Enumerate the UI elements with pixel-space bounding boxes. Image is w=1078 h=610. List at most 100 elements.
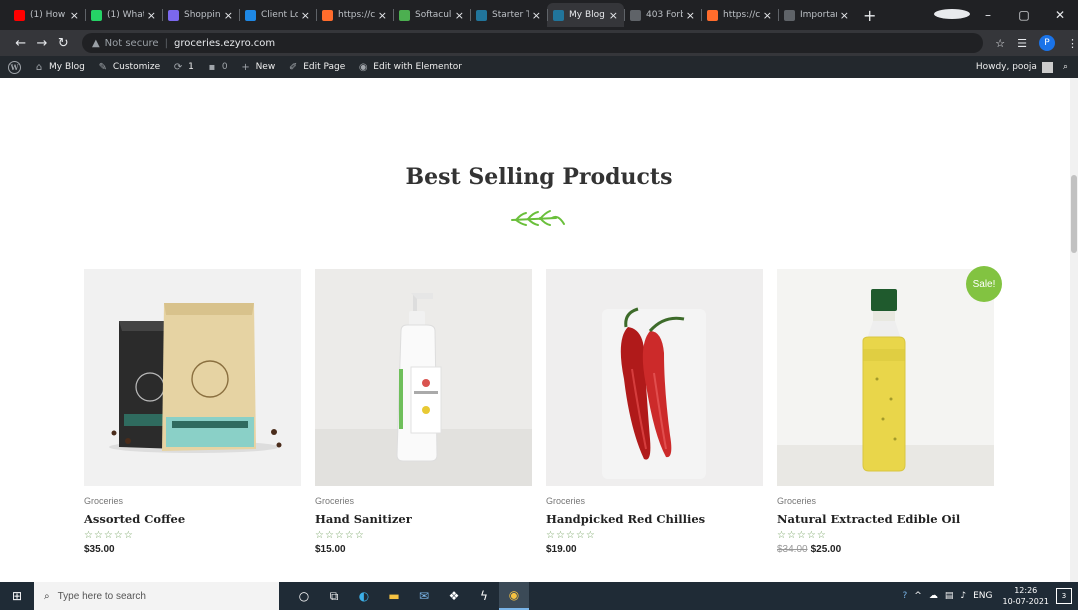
- youtube-icon: [14, 9, 25, 21]
- product-image-coffee[interactable]: [84, 269, 301, 486]
- browser-tab[interactable]: Starter Te×: [470, 3, 547, 27]
- wordpress-icon: W: [8, 60, 21, 74]
- product-title[interactable]: Assorted Coffee: [84, 512, 301, 526]
- onedrive-icon[interactable]: ☁: [929, 591, 938, 601]
- close-tab-icon[interactable]: ×: [378, 9, 387, 22]
- edit-page-link[interactable]: ✐ Edit Page: [287, 61, 345, 73]
- browser-tab[interactable]: https://c ×: [701, 3, 778, 27]
- maximize-icon[interactable]: ▢: [1006, 8, 1042, 22]
- close-tab-icon[interactable]: ×: [301, 9, 310, 22]
- product-price: $15.00: [315, 544, 346, 555]
- tab-title: 403 Forb: [646, 10, 683, 20]
- rating-stars: ☆☆☆☆☆: [546, 530, 596, 541]
- dropbox-icon[interactable]: ❖: [439, 582, 469, 610]
- browser-tab[interactable]: My Blog ×: [547, 3, 624, 27]
- volume-icon[interactable]: ♪: [960, 591, 966, 601]
- product-title[interactable]: Hand Sanitizer: [315, 512, 532, 526]
- customize-link[interactable]: ✎ Customize: [97, 61, 160, 73]
- network-icon[interactable]: ▤: [945, 591, 954, 601]
- close-tab-icon[interactable]: ×: [224, 9, 233, 22]
- product-title[interactable]: Handpicked Red Chillies: [546, 512, 763, 526]
- forward-arrow-icon[interactable]: →: [31, 36, 52, 51]
- browser-tab[interactable]: (1) Whats×: [85, 3, 162, 27]
- help-icon[interactable]: ?: [903, 591, 908, 601]
- updates-link[interactable]: ⟳ 1: [172, 61, 194, 73]
- product-image-chillies[interactable]: [546, 269, 763, 486]
- search-icon[interactable]: ⌕: [1063, 62, 1068, 72]
- close-tab-icon[interactable]: ×: [609, 9, 618, 22]
- browser-tab[interactable]: 403 Forb ×: [624, 3, 701, 27]
- product-card[interactable]: Groceries Assorted Coffee ☆☆☆☆☆ $35.00: [84, 269, 301, 555]
- product-price: $35.00: [84, 544, 115, 555]
- howdy-user-menu[interactable]: Howdy, pooja: [976, 62, 1037, 72]
- taskbar-search[interactable]: ⌕ Type here to search: [34, 582, 279, 610]
- cpanel-icon: [707, 9, 718, 21]
- tab-title: Shopping: [184, 10, 221, 20]
- tab-title: https://c: [723, 10, 760, 20]
- browser-tab[interactable]: Shopping×: [162, 3, 239, 27]
- notification-icon[interactable]: 3: [1056, 588, 1072, 604]
- edge-icon[interactable]: ◐: [349, 582, 379, 610]
- dashboard-icon: ⌂: [35, 61, 43, 73]
- menu-dots-icon[interactable]: ⋮: [1067, 37, 1078, 50]
- cortana-icon[interactable]: ○: [289, 582, 319, 610]
- close-tab-icon[interactable]: ×: [455, 9, 464, 22]
- close-tab-icon[interactable]: ×: [532, 9, 541, 22]
- bolt-app-icon[interactable]: ϟ: [469, 582, 499, 610]
- task-view-icon[interactable]: ⧉: [319, 582, 349, 610]
- user-avatar[interactable]: [1041, 61, 1053, 73]
- new-content-link[interactable]: + New: [240, 61, 275, 73]
- new-tab-button[interactable]: +: [863, 6, 876, 25]
- browser-tab[interactable]: (1) How I ×: [8, 3, 85, 27]
- profile-avatar[interactable]: P: [1039, 35, 1055, 51]
- product-image-oil[interactable]: [777, 269, 994, 486]
- close-tab-icon[interactable]: ×: [763, 9, 772, 22]
- close-tab-icon[interactable]: ×: [840, 9, 849, 22]
- product-image-sanitizer[interactable]: [315, 269, 532, 486]
- chrome-icon[interactable]: ◉: [499, 582, 529, 610]
- close-tab-icon[interactable]: ×: [686, 9, 695, 22]
- language-indicator[interactable]: ENG: [973, 591, 992, 601]
- browser-tab[interactable]: https://c ×: [316, 3, 393, 27]
- chevron-up-icon[interactable]: ^: [914, 591, 922, 601]
- reload-icon[interactable]: ↻: [53, 36, 74, 51]
- product-price: $34.00 $25.00: [777, 544, 994, 555]
- edit-elementor-link[interactable]: ◉ Edit with Elementor: [357, 61, 462, 73]
- browser-toolbar: ← → ↻ ▲ Not secure | groceries.ezyro.com…: [0, 30, 1078, 56]
- browser-tab[interactable]: Softacul ×: [393, 3, 470, 27]
- close-window-icon[interactable]: ✕: [1042, 8, 1078, 22]
- back-arrow-icon[interactable]: ←: [10, 36, 31, 51]
- tab-title: Importan: [800, 10, 837, 20]
- minimize-icon[interactable]: –: [970, 8, 1006, 22]
- address-bar[interactable]: ▲ Not secure | groceries.ezyro.com: [81, 33, 984, 53]
- url-text[interactable]: groceries.ezyro.com: [174, 38, 275, 49]
- globe-icon: [630, 9, 641, 21]
- product-card[interactable]: Groceries Handpicked Red Chillies ☆☆☆☆☆ …: [546, 269, 763, 555]
- tab-title: Softacul: [415, 10, 452, 20]
- reading-list-icon[interactable]: ☰: [1017, 37, 1027, 50]
- profile-circle-icon[interactable]: [934, 8, 970, 22]
- tab-title: (1) Whats: [107, 10, 144, 20]
- close-tab-icon[interactable]: ×: [70, 9, 79, 22]
- leaf-ornament-icon: [511, 210, 565, 226]
- bookmark-star-icon[interactable]: ☆: [995, 37, 1005, 50]
- close-tab-icon[interactable]: ×: [147, 9, 156, 22]
- tab-title: Starter Te: [492, 10, 529, 20]
- product-card[interactable]: Groceries Hand Sanitizer ☆☆☆☆☆ $15.00: [315, 269, 532, 555]
- mail-icon[interactable]: ✉: [409, 582, 439, 610]
- windows-start-icon[interactable]: ⊞: [0, 589, 34, 603]
- wp-logo-button[interactable]: W: [8, 60, 21, 74]
- rating-stars: ☆☆☆☆☆: [315, 530, 365, 541]
- page-scrollbar[interactable]: [1070, 78, 1078, 582]
- browser-tab[interactable]: Client Lo ×: [239, 3, 316, 27]
- scrollbar-thumb[interactable]: [1071, 175, 1077, 253]
- site-name-link[interactable]: ⌂ My Blog: [33, 61, 85, 73]
- clock[interactable]: 12:26 10-07-2021: [1003, 585, 1050, 607]
- elementor-icon: ◉: [358, 61, 368, 73]
- product-category: Groceries: [777, 496, 817, 506]
- product-title[interactable]: Natural Extracted Edible Oil: [777, 512, 994, 526]
- browser-tab[interactable]: Importan×: [778, 3, 855, 27]
- product-card[interactable]: Sale! Groceries Natural Extracted Edible…: [777, 266, 1002, 555]
- file-explorer-icon[interactable]: ▬: [379, 582, 409, 610]
- comments-link[interactable]: ▪ 0: [206, 61, 227, 73]
